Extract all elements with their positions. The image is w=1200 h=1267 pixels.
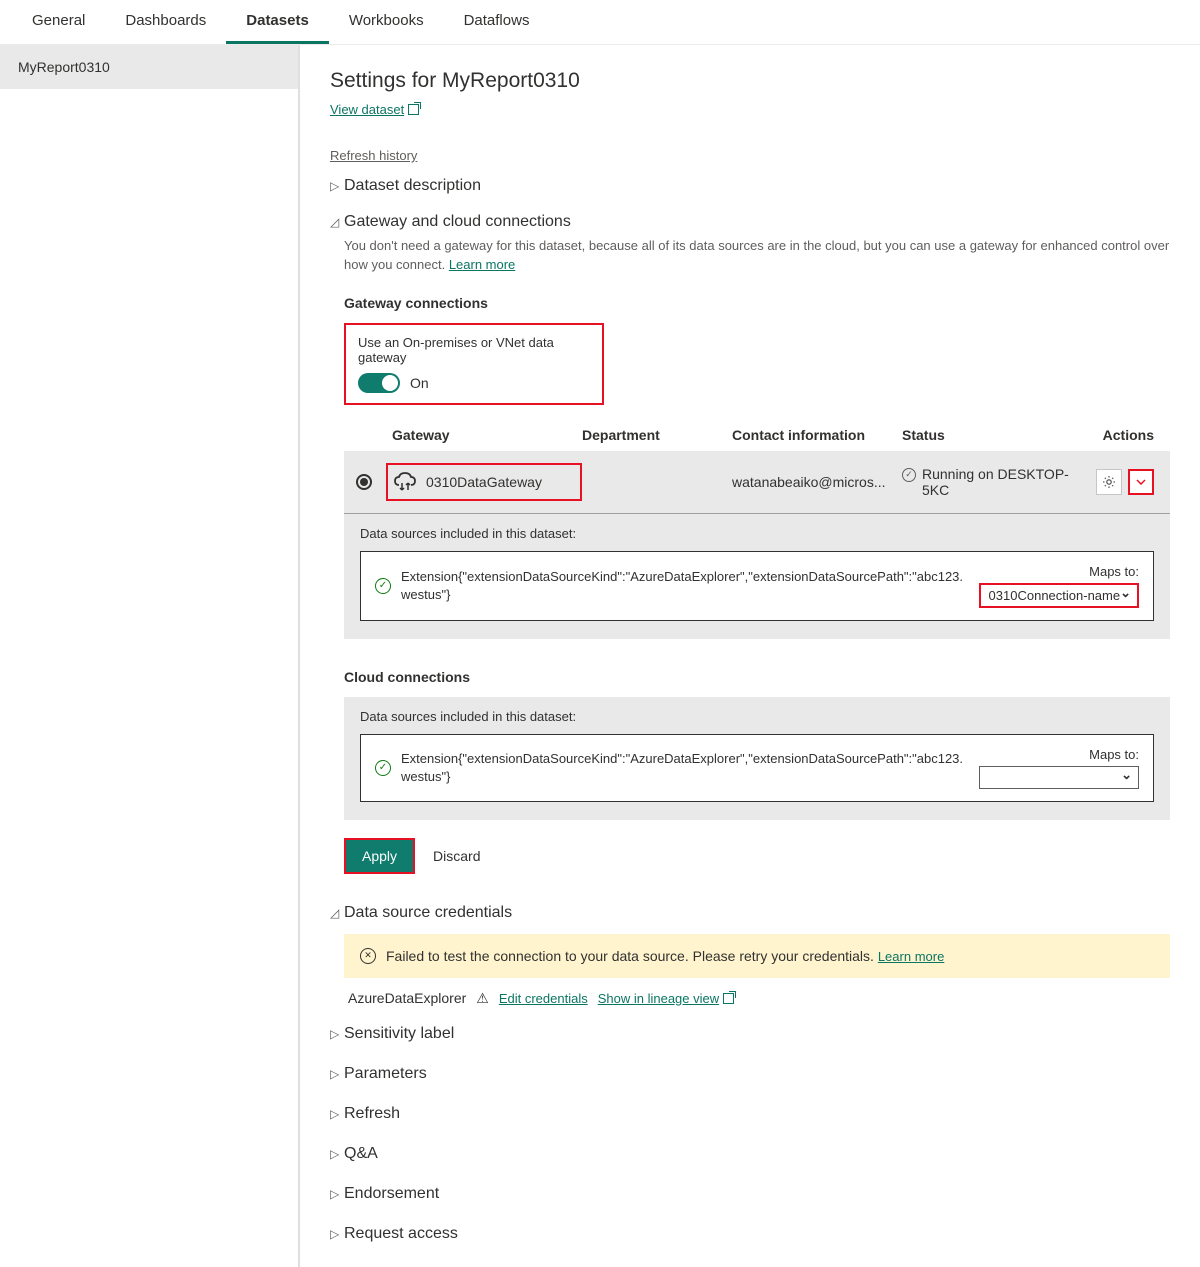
warning-triangle-icon: ⚠ — [476, 990, 489, 1007]
main-content: Settings for MyReport0310 View dataset R… — [300, 45, 1200, 1267]
chevron-right-icon: ▷ — [330, 179, 342, 193]
chevron-right-icon: ▷ — [330, 1107, 342, 1121]
datasource-row: Extension{"extensionDataSourceKind":"Azu… — [360, 551, 1154, 621]
section-sensitivity-label[interactable]: ▷ Sensitivity label — [330, 1025, 1170, 1043]
sidebar-item-myreport[interactable]: MyReport0310 — [0, 45, 298, 89]
datasource-text: Extension{"extensionDataSourceKind":"Azu… — [401, 568, 969, 604]
show-lineage-link[interactable]: Show in lineage view — [598, 991, 734, 1006]
tabs-bar: General Dashboards Datasets Workbooks Da… — [0, 0, 1200, 45]
status-text: Running on DESKTOP-5KC — [922, 466, 1082, 498]
refresh-history-link[interactable]: Refresh history — [330, 148, 417, 163]
chevron-right-icon: ▷ — [330, 1227, 342, 1241]
cloud-datasource-row: Extension{"extensionDataSourceKind":"Azu… — [360, 734, 1154, 802]
expand-button[interactable] — [1128, 469, 1154, 495]
view-dataset-link[interactable]: View dataset — [330, 102, 419, 117]
apply-button[interactable]: Apply — [344, 838, 415, 874]
chevron-right-icon: ▷ — [330, 1147, 342, 1161]
edit-credentials-link[interactable]: Edit credentials — [499, 991, 588, 1006]
cloud-gateway-icon — [392, 471, 418, 493]
maps-to-label: Maps to: — [979, 564, 1139, 579]
cloud-maps-to-label: Maps to: — [979, 747, 1139, 762]
chevron-right-icon: ▷ — [330, 1187, 342, 1201]
cloud-connection-dropdown[interactable] — [979, 766, 1139, 789]
gateway-connections-header: Gateway connections — [344, 295, 1170, 311]
section-refresh[interactable]: ▷ Refresh — [330, 1105, 1170, 1123]
check-icon — [375, 578, 391, 594]
learn-more-link[interactable]: Learn more — [449, 257, 515, 272]
sidebar: MyReport0310 — [0, 45, 300, 1267]
tab-dashboards[interactable]: Dashboards — [105, 0, 226, 44]
datasources-label: Data sources included in this dataset: — [360, 526, 1154, 541]
error-icon — [360, 948, 376, 964]
gateway-row: 0310DataGateway watanabeaiko@micros... R… — [344, 451, 1170, 514]
chevron-down-icon: ◿ — [330, 906, 342, 920]
warning-banner: Failed to test the connection to your da… — [344, 934, 1170, 978]
section-endorsement[interactable]: ▷ Endorsement — [330, 1185, 1170, 1203]
gateway-name-cell[interactable]: 0310DataGateway — [386, 463, 582, 501]
warning-learn-more-link[interactable]: Learn more — [878, 949, 944, 964]
section-parameters[interactable]: ▷ Parameters — [330, 1065, 1170, 1083]
toggle-state: On — [410, 375, 429, 391]
source-name: AzureDataExplorer — [348, 990, 466, 1006]
status-check-icon — [902, 468, 916, 482]
gateway-radio[interactable] — [356, 474, 372, 490]
tab-general[interactable]: General — [12, 0, 105, 44]
gateway-toggle[interactable] — [358, 373, 400, 393]
table-header: Gateway Department Contact information S… — [344, 419, 1170, 451]
external-link-icon — [723, 993, 734, 1004]
external-link-icon — [408, 104, 419, 115]
connection-dropdown[interactable]: 0310Connection-name — [979, 583, 1139, 608]
section-gateway-connections[interactable]: ◿ Gateway and cloud connections — [330, 213, 1170, 231]
cloud-datasource-text: Extension{"extensionDataSourceKind":"Azu… — [401, 750, 969, 786]
section-qa[interactable]: ▷ Q&A — [330, 1145, 1170, 1163]
datasources-panel: Data sources included in this dataset: E… — [344, 514, 1170, 639]
cloud-datasources-panel: Data sources included in this dataset: E… — [344, 697, 1170, 820]
section-description: You don't need a gateway for this datase… — [344, 237, 1170, 275]
cloud-datasources-label: Data sources included in this dataset: — [360, 709, 1154, 724]
section-dataset-description[interactable]: ▷ Dataset description — [330, 177, 1170, 195]
gear-icon — [1102, 475, 1116, 489]
chevron-right-icon: ▷ — [330, 1027, 342, 1041]
tab-workbooks[interactable]: Workbooks — [329, 0, 444, 44]
page-title: Settings for MyReport0310 — [330, 69, 1170, 93]
chevron-down-icon — [1136, 479, 1146, 485]
toggle-container: Use an On-premises or VNet data gateway … — [344, 323, 604, 405]
tab-dataflows[interactable]: Dataflows — [444, 0, 550, 44]
toggle-label: Use an On-premises or VNet data gateway — [358, 335, 590, 365]
settings-button[interactable] — [1096, 469, 1122, 495]
check-icon — [375, 760, 391, 776]
discard-button[interactable]: Discard — [433, 848, 480, 864]
cloud-connections-header: Cloud connections — [344, 669, 1170, 685]
contact-cell: watanabeaiko@micros... — [732, 474, 902, 490]
tab-datasets[interactable]: Datasets — [226, 0, 329, 44]
section-datasource-credentials[interactable]: ◿ Data source credentials — [330, 904, 1170, 922]
section-request-access[interactable]: ▷ Request access — [330, 1225, 1170, 1243]
chevron-right-icon: ▷ — [330, 1067, 342, 1081]
chevron-down-icon: ◿ — [330, 215, 342, 229]
